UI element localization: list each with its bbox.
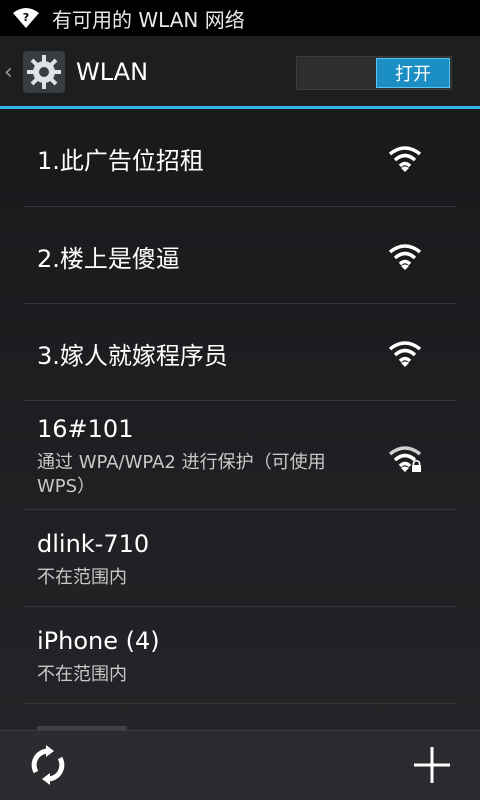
- network-row[interactable]: dlink-710 不在范围内: [24, 510, 456, 607]
- settings-gear-icon[interactable]: [22, 50, 66, 94]
- network-name: 1.此广告位招租: [37, 147, 204, 175]
- network-row[interactable]: 3.嫁人就嫁程序员: [24, 304, 456, 401]
- network-status: 不在范围内: [37, 567, 127, 588]
- network-row[interactable]: 1.此广告位招租: [24, 109, 456, 207]
- network-row-partial[interactable]: [24, 704, 456, 730]
- wifi-signal-icon: [388, 341, 422, 367]
- back-chevron-icon[interactable]: ‹: [4, 60, 18, 85]
- network-security-status: 通过 WPA/WPA2 进行保护（可使用 WPS）: [37, 452, 326, 497]
- network-name: 3.嫁人就嫁程序员: [37, 342, 228, 370]
- network-row[interactable]: iPhone (4) 不在范围内: [24, 607, 456, 704]
- wlan-toggle-on-label[interactable]: 打开: [376, 58, 450, 88]
- network-list[interactable]: 1.此广告位招租 2.楼上是傻逼 3.嫁人就嫁程序员 16#101 通过 WPA…: [0, 109, 480, 730]
- wifi-signal-icon: [388, 146, 422, 172]
- wifi-signal-locked-icon: [388, 446, 422, 472]
- action-bar: ‹ WLAN 打开: [0, 36, 480, 108]
- network-name: dlink-710: [37, 530, 150, 558]
- refresh-icon[interactable]: [28, 745, 68, 785]
- wifi-signal-icon: [388, 244, 422, 270]
- wifi-question-icon: ?: [13, 8, 39, 28]
- network-name: 2.楼上是傻逼: [37, 245, 180, 273]
- network-row[interactable]: 16#101 通过 WPA/WPA2 进行保护（可使用 WPS）: [24, 401, 456, 510]
- network-name: iPhone (4): [37, 627, 160, 655]
- add-icon[interactable]: [412, 745, 452, 785]
- status-text: 有可用的 WLAN 网络: [52, 7, 245, 32]
- page-title: WLAN: [76, 58, 149, 86]
- wlan-toggle[interactable]: 打开: [296, 56, 452, 90]
- network-name: 16#101: [37, 415, 134, 443]
- network-status: 不在范围内: [37, 664, 127, 685]
- bottom-action-bar: [0, 730, 480, 800]
- network-row[interactable]: 2.楼上是傻逼: [24, 207, 456, 304]
- svg-text:?: ?: [23, 11, 29, 24]
- status-bar: ? 有可用的 WLAN 网络: [0, 0, 480, 36]
